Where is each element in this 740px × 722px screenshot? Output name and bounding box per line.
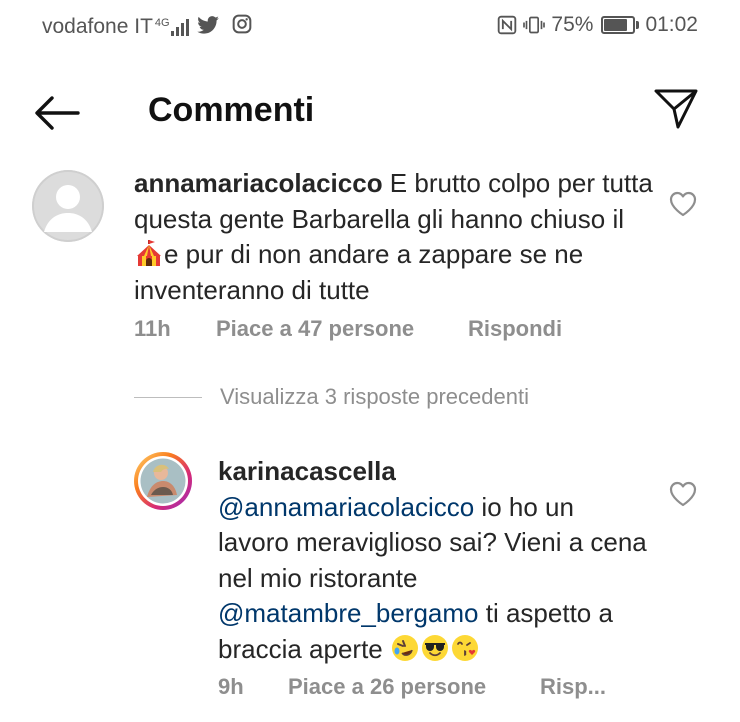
reply-like-button[interactable] xyxy=(668,480,698,508)
replies-divider xyxy=(134,396,202,398)
signal-icon xyxy=(170,18,189,36)
reply-meta: 9h Piace a 26 persone Risp... xyxy=(218,674,606,700)
clock: 01:02 xyxy=(645,13,698,36)
heart-outline-icon xyxy=(669,481,697,507)
heart-outline-icon xyxy=(669,191,697,217)
share-button[interactable] xyxy=(652,85,700,133)
status-bar: vodafone IT 4G 75% 01:02 xyxy=(0,0,740,56)
view-replies-label: Visualizza 3 risposte precedenti xyxy=(220,384,529,409)
twitter-icon xyxy=(196,16,219,34)
sunglasses-emoji xyxy=(421,634,448,661)
comment-text: annamariacolacicco E brutto colpo per tu… xyxy=(134,166,654,308)
circus-tent-emoji xyxy=(137,240,161,267)
header: Commenti xyxy=(0,75,740,147)
network-type: 4G xyxy=(154,17,170,29)
reply-mention-2[interactable]: @matambre_bergamo xyxy=(218,598,479,628)
view-replies-button[interactable]: Visualizza 3 risposte precedenti xyxy=(134,384,529,410)
reply-likes[interactable]: Piace a 26 persone xyxy=(288,674,540,700)
reply-text: karinacascella @annamariacolacicco io ho… xyxy=(218,454,648,667)
kissing-heart-emoji xyxy=(451,634,478,661)
page-title: Commenti xyxy=(148,91,315,129)
carrier-info: vodafone IT 4G xyxy=(42,14,252,40)
comment-time: 11h xyxy=(134,316,171,341)
comment-meta: 11h Piace a 47 persone Rispondi xyxy=(134,316,562,342)
avatar[interactable] xyxy=(32,170,104,242)
battery-percent: 75% xyxy=(551,13,594,36)
default-avatar-icon xyxy=(32,170,104,242)
reply-time: 9h xyxy=(218,674,244,699)
like-button[interactable] xyxy=(668,190,698,218)
nfc-icon xyxy=(498,15,517,35)
comment-username[interactable]: annamariacolacicco xyxy=(134,168,383,198)
comment-likes[interactable]: Piace a 47 persone xyxy=(216,316,468,342)
carrier-name: vodafone IT xyxy=(42,15,153,38)
instagram-icon xyxy=(233,14,252,34)
reply-avatar[interactable] xyxy=(134,452,192,510)
status-right: 75% 01:02 xyxy=(491,13,698,37)
vibrate-icon xyxy=(523,16,546,34)
arrow-left-icon xyxy=(35,96,80,130)
back-button[interactable] xyxy=(32,93,82,133)
reply-button[interactable]: Rispondi xyxy=(468,316,562,342)
battery-icon xyxy=(601,16,640,34)
comment-body-continued: e pur di non andare a zappare se ne inve… xyxy=(134,239,584,305)
reply-reply-button[interactable]: Risp... xyxy=(540,674,606,700)
rolling-laughing-emoji xyxy=(391,634,418,661)
user-photo-icon xyxy=(138,456,188,506)
send-icon xyxy=(654,89,698,129)
reply-mention-1[interactable]: @annamariacolacicco xyxy=(218,492,474,522)
reply-username[interactable]: karinacascella xyxy=(218,456,396,486)
